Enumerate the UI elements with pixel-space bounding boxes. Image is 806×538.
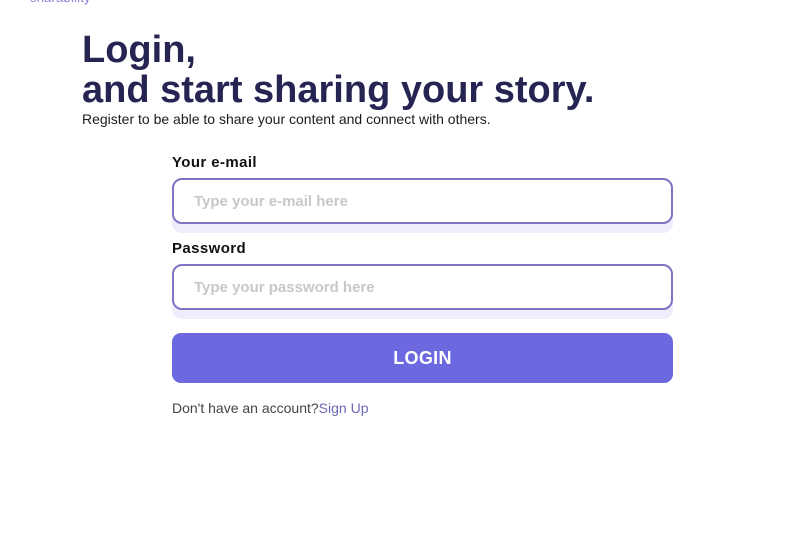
- page-subtitle: Register to be able to share your conten…: [82, 111, 491, 127]
- password-field-wrapper: [172, 264, 673, 319]
- login-page: sharability Login, and start sharing you…: [0, 0, 806, 538]
- email-field-wrapper: [172, 178, 673, 233]
- login-button[interactable]: LOGIN: [172, 333, 673, 383]
- signup-prompt-text: Don't have an account?: [172, 400, 319, 416]
- password-label: Password: [172, 240, 247, 257]
- email-label: Your e-mail: [172, 154, 257, 171]
- signup-link[interactable]: Sign Up: [319, 400, 369, 416]
- email-field[interactable]: [172, 178, 673, 224]
- login-form: Your e-mail Password LOGIN Don't have an…: [172, 154, 673, 417]
- page-title-line-1: Login,: [82, 29, 196, 71]
- page-title: Login, and start sharing your story.: [82, 30, 594, 110]
- page-title-line-2: and start sharing your story.: [82, 69, 595, 111]
- brand-logo[interactable]: sharability: [30, 0, 91, 5]
- password-field[interactable]: [172, 264, 673, 310]
- signup-prompt-line: Don't have an account?Sign Up: [172, 399, 673, 417]
